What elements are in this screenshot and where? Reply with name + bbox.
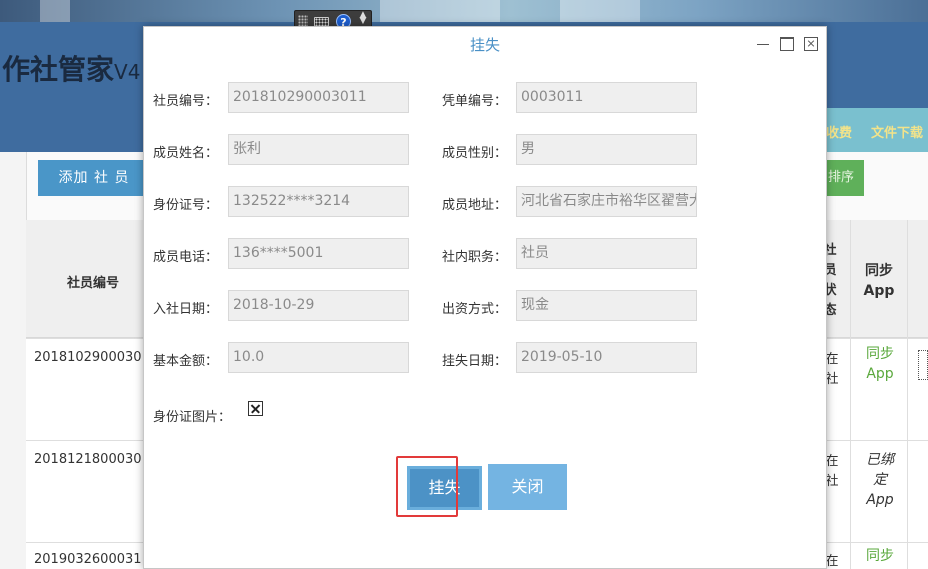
close-icon[interactable] — [804, 37, 818, 51]
id-number-label: 身份证号： — [153, 198, 219, 213]
phone-label: 成员电话： — [153, 250, 219, 265]
address-label: 成员地址： — [442, 198, 508, 213]
loss-date-field[interactable]: 2019-05-10 — [516, 342, 697, 373]
close-button[interactable]: 关闭 — [488, 464, 567, 510]
sync-line: 同步 — [866, 346, 894, 362]
phone-field[interactable]: 136****5001 — [228, 238, 409, 269]
address-field[interactable]: 河北省石家庄市裕华区翟营大街 — [516, 186, 697, 217]
sync-line: 定 — [873, 472, 887, 488]
gender-field[interactable]: 男 — [516, 134, 697, 165]
table-row-member-id[interactable]: 2018102900030 — [34, 350, 142, 365]
decor-spot — [40, 0, 70, 22]
name-field[interactable]: 张利 — [228, 134, 409, 165]
sync-line: 已绑 — [866, 452, 894, 468]
decor-spot — [380, 0, 500, 22]
join-date-field[interactable]: 2018-10-29 — [228, 290, 409, 321]
id-photo-label: 身份证图片： — [153, 410, 232, 425]
voucher-id-label: 凭单编号： — [442, 94, 508, 109]
amount-field[interactable]: 10.0 — [228, 342, 409, 373]
sync-line: App — [866, 492, 894, 508]
app-title: 作社管家V4 — [2, 48, 140, 88]
payment-label: 出资方式： — [442, 302, 508, 317]
table-row-member-id[interactable]: 2019032600031 — [34, 552, 142, 567]
member-id-field[interactable]: 201810290003011 — [228, 82, 409, 113]
id-number-field[interactable]: 132522****3214 — [228, 186, 409, 217]
sync-line: App — [866, 366, 894, 382]
sort-button[interactable]: 排序 — [826, 160, 864, 196]
highlight-box — [396, 456, 458, 517]
sync-bound-label: 已绑 定 App — [860, 450, 900, 510]
sync-app-link[interactable]: 同步 App — [860, 344, 900, 384]
maximize-icon[interactable] — [780, 37, 794, 51]
app-title-text: 作社管家 — [2, 53, 115, 86]
sync-line: 同步 — [866, 548, 894, 564]
app-version: V4 — [114, 60, 141, 84]
row-action-checkbox[interactable] — [918, 350, 928, 380]
col-header-sync[interactable]: 同步 App — [858, 261, 900, 301]
col-header-member-id[interactable]: 社员编号 — [67, 272, 119, 291]
member-id-label: 社员编号： — [153, 94, 219, 109]
column-divider — [850, 220, 851, 569]
loss-date-label: 挂失日期： — [442, 354, 508, 369]
payment-field[interactable]: 现金 — [516, 290, 697, 321]
position-label: 社内职务： — [442, 250, 508, 265]
voucher-id-field[interactable]: 0003011 — [516, 82, 697, 113]
tab-fees[interactable]: 收费 — [826, 122, 852, 141]
table-row-member-id[interactable]: 2018121800030 — [34, 452, 142, 467]
minimize-icon[interactable] — [756, 37, 770, 51]
name-label: 成员姓名： — [153, 146, 219, 161]
tab-file-download[interactable]: 文件下载 — [871, 122, 923, 141]
col-header-sync-line: App — [863, 283, 895, 299]
column-divider — [907, 220, 908, 569]
desktop-top-band — [0, 0, 928, 22]
add-member-button[interactable]: 添加 社 员 — [38, 160, 150, 196]
decor-spot — [560, 0, 640, 22]
dialog-title[interactable]: 挂失 — [144, 27, 826, 63]
amount-label: 基本金额： — [153, 354, 219, 369]
nav-tabs: 收费 文件下载 — [826, 108, 928, 152]
col-header-sync-line: 同步 — [865, 263, 893, 279]
broken-image-icon[interactable] — [248, 401, 263, 416]
position-field[interactable]: 社员 — [516, 238, 697, 269]
sync-app-link[interactable]: 同步 — [860, 546, 900, 566]
join-date-label: 入社日期： — [153, 302, 219, 317]
gender-label: 成员性别： — [442, 146, 508, 161]
